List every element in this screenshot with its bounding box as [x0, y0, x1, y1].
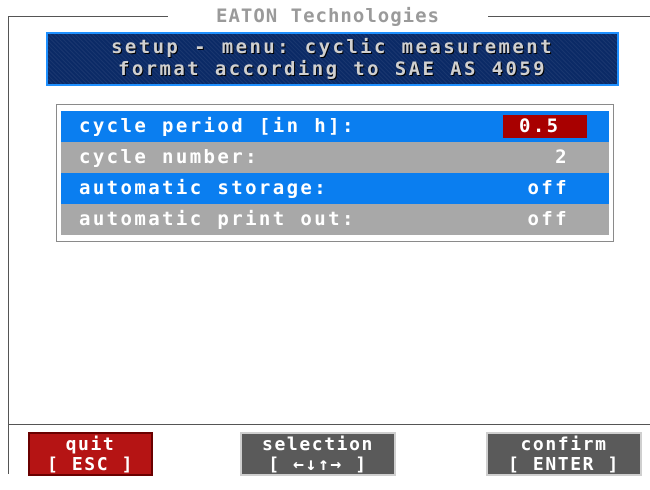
confirm-button[interactable]: confirm [ ENTER ] [486, 432, 642, 476]
cycle-period-input[interactable]: 0.5 [503, 115, 587, 138]
selection-button-label: selection [262, 434, 374, 455]
setting-row-automatic-print-out[interactable]: automatic print out: off [61, 204, 609, 235]
setting-value: off [527, 208, 569, 230]
window-title: EATON Technologies [168, 4, 488, 28]
setting-value: off [527, 177, 569, 199]
setting-row-cycle-period[interactable]: cycle period [in h]: 0.5 [61, 111, 609, 142]
settings-panel: cycle period [in h]: 0.5 cycle number: 2… [56, 104, 614, 242]
confirm-button-label: confirm [520, 434, 608, 455]
menu-header-line-2: format according to SAE AS 4059 [117, 58, 547, 80]
quit-button-key: [ ESC ] [46, 454, 135, 475]
menu-header-line-1: setup - menu: cyclic measurement [111, 36, 554, 58]
setting-row-cycle-number[interactable]: cycle number: 2 [61, 142, 609, 173]
setting-label: automatic print out: [79, 208, 356, 230]
setting-row-automatic-storage[interactable]: automatic storage: off [61, 173, 609, 204]
quit-button[interactable]: quit [ ESC ] [28, 432, 153, 476]
setting-value: 2 [555, 146, 569, 168]
confirm-button-key: [ ENTER ] [508, 454, 620, 475]
divider [8, 424, 650, 425]
setting-label: cycle period [in h]: [79, 115, 356, 137]
quit-button-label: quit [65, 434, 116, 455]
setting-label: automatic storage: [79, 177, 329, 199]
selection-button[interactable]: selection [ ←↓↑→ ] [240, 432, 396, 476]
selection-button-key: [ ←↓↑→ ] [268, 454, 368, 475]
menu-header: setup - menu: cyclic measurement format … [46, 32, 619, 86]
setting-label: cycle number: [79, 146, 259, 168]
